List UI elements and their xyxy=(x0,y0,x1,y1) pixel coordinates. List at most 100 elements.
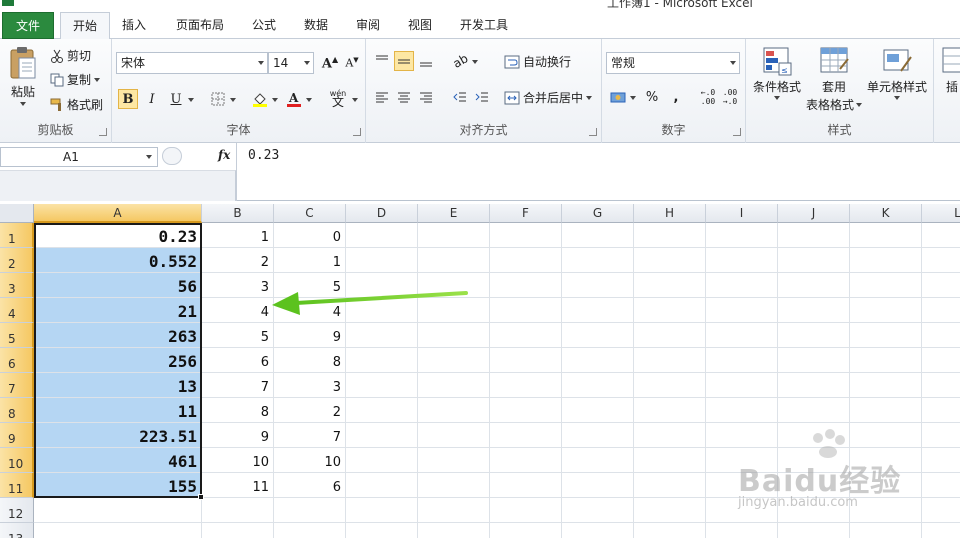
cell-b5[interactable]: 5 xyxy=(202,323,274,348)
select-all-corner[interactable] xyxy=(0,204,34,223)
cell-l2[interactable] xyxy=(922,248,960,273)
number-format-dropdown-icon[interactable] xyxy=(730,61,736,65)
cell-e11[interactable] xyxy=(418,473,490,498)
cell-h10[interactable] xyxy=(634,448,706,473)
cell-f4[interactable] xyxy=(490,298,562,323)
percent-button[interactable]: % xyxy=(642,87,662,107)
comma-style-button[interactable]: , xyxy=(666,87,686,107)
column-header-e[interactable]: E xyxy=(418,204,490,223)
tab-formulas[interactable]: 公式 xyxy=(242,12,286,39)
cell-c5[interactable]: 9 xyxy=(274,323,346,348)
cell-c10[interactable]: 10 xyxy=(274,448,346,473)
cell-c4[interactable]: 4 xyxy=(274,298,346,323)
align-bottom-button[interactable] xyxy=(416,51,436,71)
tab-file[interactable]: 文件 xyxy=(2,12,54,39)
cell-b3[interactable]: 3 xyxy=(202,273,274,298)
cell-i10[interactable] xyxy=(706,448,778,473)
cell-c2[interactable]: 1 xyxy=(274,248,346,273)
cell-f9[interactable] xyxy=(490,423,562,448)
cell-l7[interactable] xyxy=(922,373,960,398)
cell-b11[interactable]: 11 xyxy=(202,473,274,498)
italic-button[interactable]: I xyxy=(142,89,162,109)
tab-data[interactable]: 数据 xyxy=(294,12,338,39)
cell-d12[interactable] xyxy=(346,498,418,523)
cell-e8[interactable] xyxy=(418,398,490,423)
phonetic-button[interactable]: wén 文 xyxy=(324,89,352,109)
cell-d2[interactable] xyxy=(346,248,418,273)
cell-k5[interactable] xyxy=(850,323,922,348)
row-header-12[interactable]: 12 xyxy=(0,498,34,523)
accounting-format-button[interactable] xyxy=(608,87,628,107)
cell-a9[interactable]: 223.51 xyxy=(34,423,202,448)
row-header-10[interactable]: 10 xyxy=(0,448,34,473)
cell-f13[interactable] xyxy=(490,523,562,538)
insert-cells-button[interactable]: 插 xyxy=(940,45,960,95)
increase-indent-button[interactable] xyxy=(472,87,492,107)
cell-k12[interactable] xyxy=(850,498,922,523)
cell-l12[interactable] xyxy=(922,498,960,523)
cell-j5[interactable] xyxy=(778,323,850,348)
row-header-1[interactable]: 1 xyxy=(0,223,34,248)
orientation-dropdown-icon[interactable] xyxy=(472,60,478,64)
cell-h11[interactable] xyxy=(634,473,706,498)
cell-a6[interactable]: 256 xyxy=(34,348,202,373)
align-center-button[interactable] xyxy=(394,87,414,107)
cell-f3[interactable] xyxy=(490,273,562,298)
font-color-button[interactable]: A xyxy=(284,89,304,109)
cell-h1[interactable] xyxy=(634,223,706,248)
tab-review[interactable]: 审阅 xyxy=(346,12,390,39)
cell-k1[interactable] xyxy=(850,223,922,248)
cell-b6[interactable]: 6 xyxy=(202,348,274,373)
tab-home[interactable]: 开始 xyxy=(60,12,110,40)
cell-j12[interactable] xyxy=(778,498,850,523)
cell-b1[interactable]: 1 xyxy=(202,223,274,248)
cell-e12[interactable] xyxy=(418,498,490,523)
cell-k7[interactable] xyxy=(850,373,922,398)
cell-a12[interactable] xyxy=(34,498,202,523)
cell-j2[interactable] xyxy=(778,248,850,273)
cell-d4[interactable] xyxy=(346,298,418,323)
cell-d5[interactable] xyxy=(346,323,418,348)
cell-d3[interactable] xyxy=(346,273,418,298)
cell-d1[interactable] xyxy=(346,223,418,248)
font-name-select[interactable]: 宋体 xyxy=(116,52,268,74)
cell-d7[interactable] xyxy=(346,373,418,398)
align-right-button[interactable] xyxy=(416,87,436,107)
copy-button[interactable]: 复制 xyxy=(50,71,101,88)
cell-b2[interactable]: 2 xyxy=(202,248,274,273)
cell-h8[interactable] xyxy=(634,398,706,423)
cell-c9[interactable]: 7 xyxy=(274,423,346,448)
name-box[interactable]: A1 xyxy=(0,147,158,167)
column-header-h[interactable]: H xyxy=(634,204,706,223)
cell-f8[interactable] xyxy=(490,398,562,423)
cell-g9[interactable] xyxy=(562,423,634,448)
cell-b13[interactable] xyxy=(202,523,274,538)
cell-e10[interactable] xyxy=(418,448,490,473)
cell-i11[interactable] xyxy=(706,473,778,498)
column-header-g[interactable]: G xyxy=(562,204,634,223)
row-header-11[interactable]: 11 xyxy=(0,473,34,498)
cell-j3[interactable] xyxy=(778,273,850,298)
cell-f6[interactable] xyxy=(490,348,562,373)
cell-h9[interactable] xyxy=(634,423,706,448)
cell-j11[interactable] xyxy=(778,473,850,498)
tab-page-layout[interactable]: 页面布局 xyxy=(166,12,234,39)
cell-h3[interactable] xyxy=(634,273,706,298)
border-dropdown-icon[interactable] xyxy=(230,98,236,102)
column-header-d[interactable]: D xyxy=(346,204,418,223)
cut-button[interactable]: 剪切 xyxy=(50,47,91,64)
cell-b8[interactable]: 8 xyxy=(202,398,274,423)
column-header-c[interactable]: C xyxy=(274,204,346,223)
cell-g13[interactable] xyxy=(562,523,634,538)
cell-j6[interactable] xyxy=(778,348,850,373)
cell-l6[interactable] xyxy=(922,348,960,373)
cell-i5[interactable] xyxy=(706,323,778,348)
merge-center-button[interactable]: 合并后居中 xyxy=(504,89,593,106)
tab-view[interactable]: 视图 xyxy=(398,12,442,39)
cell-i9[interactable] xyxy=(706,423,778,448)
cell-d10[interactable] xyxy=(346,448,418,473)
cell-f10[interactable] xyxy=(490,448,562,473)
underline-button[interactable]: U xyxy=(166,89,186,109)
cell-e9[interactable] xyxy=(418,423,490,448)
name-box-dropdown-icon[interactable] xyxy=(146,155,152,159)
